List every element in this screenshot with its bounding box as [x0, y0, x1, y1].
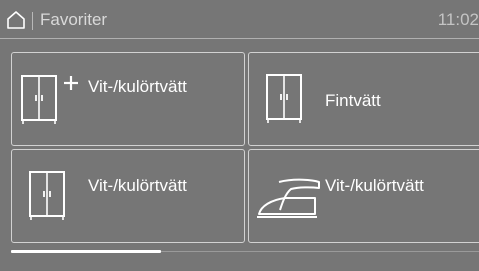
page-title: Favoriter	[40, 10, 108, 29]
program-tile-vit-kulortvatt-plus[interactable]: Vit-/kulörtvätt	[11, 52, 245, 146]
wardrobe-icon	[29, 171, 65, 220]
tile-label: Fintvätt	[325, 91, 381, 110]
header-divider	[32, 12, 33, 30]
header-bar: Favoriter 11:02	[0, 0, 479, 36]
program-tile-vit-kulortvatt[interactable]: Vit-/kulörtvätt	[11, 149, 245, 243]
header-divider-line	[0, 38, 479, 39]
tile-label: Vit-/kulörtvätt	[88, 77, 187, 96]
tile-label: Vit-/kulörtvätt	[88, 176, 187, 195]
wardrobe-icon	[266, 74, 302, 123]
clock: 11:02	[437, 10, 479, 29]
wardrobe-plus-icon	[21, 75, 78, 124]
scrollbar-thumb[interactable]	[11, 250, 161, 253]
program-tile-vit-kulortvatt-iron[interactable]: Vit-/kulörtvätt	[248, 149, 479, 243]
program-tile-fintvatt[interactable]: Fintvätt	[248, 52, 479, 146]
home-icon[interactable]	[6, 10, 26, 30]
tile-label: Vit-/kulörtvätt	[325, 176, 424, 195]
iron-icon	[257, 178, 320, 218]
